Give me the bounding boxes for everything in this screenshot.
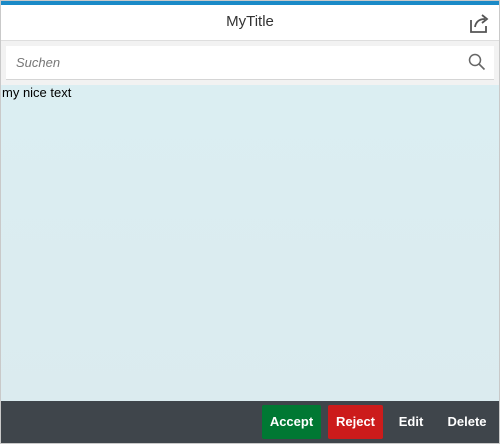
reject-button[interactable]: Reject bbox=[328, 405, 383, 439]
footer-toolbar: Accept Reject Edit Delete bbox=[1, 401, 499, 443]
app-window: MyTitle my nice text Accept Reject Edit bbox=[0, 0, 500, 444]
content-text: my nice text bbox=[2, 85, 72, 100]
page-title: MyTitle bbox=[226, 13, 274, 30]
edit-button[interactable]: Edit bbox=[390, 405, 432, 439]
search-icon bbox=[468, 53, 486, 71]
search-bar bbox=[1, 41, 499, 85]
search-field-container bbox=[6, 46, 494, 80]
accept-button[interactable]: Accept bbox=[262, 405, 321, 439]
search-button[interactable] bbox=[468, 53, 486, 71]
share-button[interactable] bbox=[467, 11, 491, 35]
page-header: MyTitle bbox=[1, 5, 499, 41]
content-area: my nice text bbox=[1, 85, 499, 401]
delete-button[interactable]: Delete bbox=[441, 405, 493, 439]
search-input[interactable] bbox=[6, 46, 436, 78]
share-icon bbox=[470, 14, 489, 33]
